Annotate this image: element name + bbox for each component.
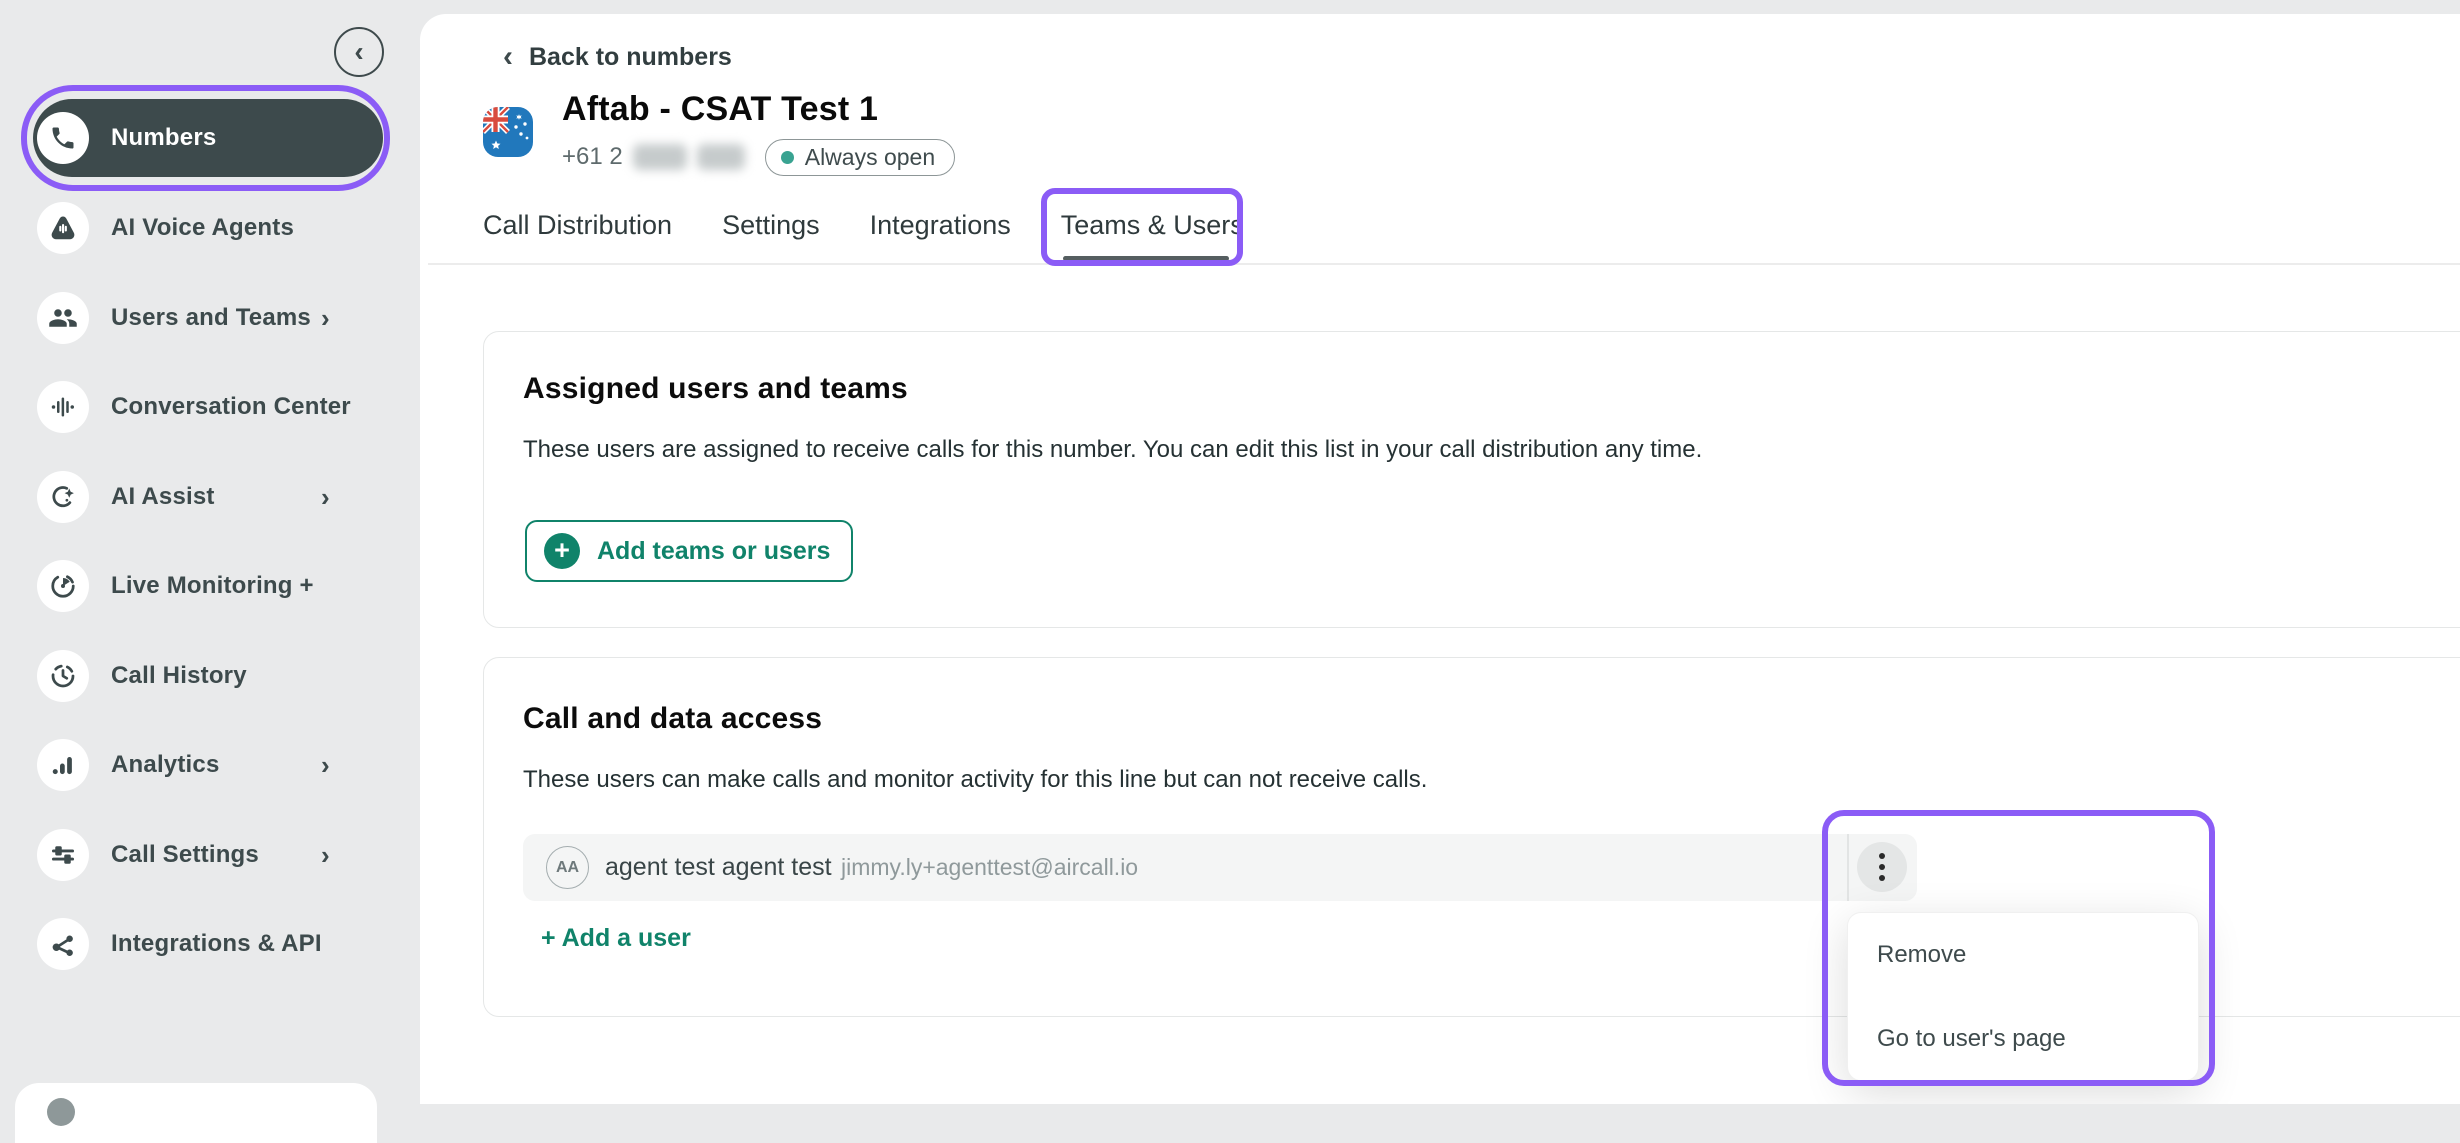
kebab-dot bbox=[1879, 875, 1885, 881]
add-teams-or-users-button[interactable]: + Add teams or users bbox=[525, 520, 853, 582]
sidebar-item-ai-voice-agents[interactable]: AI Voice Agents bbox=[33, 189, 383, 267]
sidebar-item-numbers[interactable]: Numbers bbox=[33, 99, 383, 177]
sidebar-item-call-history[interactable]: Call History bbox=[33, 637, 383, 715]
sidebar-item-label: Conversation Center bbox=[111, 393, 351, 421]
live-monitoring-icon bbox=[37, 560, 89, 612]
back-to-numbers-link[interactable]: ‹ Back to numbers bbox=[503, 42, 732, 72]
plus-icon: + bbox=[544, 533, 580, 569]
section-title: Assigned users and teams bbox=[523, 372, 908, 406]
sidebar: ‹ Numbers AI Voice Agents Users and Team… bbox=[0, 0, 420, 1104]
waveform-icon bbox=[37, 381, 89, 433]
user-name: agent test agent test bbox=[605, 853, 832, 882]
add-a-user-link[interactable]: + Add a user bbox=[541, 924, 691, 953]
phone-row: +61 2 Always open bbox=[562, 138, 955, 176]
tab-integrations[interactable]: Integrations bbox=[870, 206, 1011, 245]
sidebar-item-conversation-center[interactable]: Conversation Center bbox=[33, 368, 383, 446]
sidebar-item-label: AI Assist bbox=[111, 483, 215, 511]
tab-call-distribution[interactable]: Call Distribution bbox=[483, 206, 672, 245]
status-badge: Always open bbox=[765, 139, 955, 176]
chevron-left-icon: ‹ bbox=[503, 42, 513, 72]
australia-flag-icon bbox=[483, 107, 533, 157]
assigned-users-card: Assigned users and teams These users are… bbox=[483, 331, 2460, 628]
call-history-icon bbox=[37, 650, 89, 702]
call-settings-icon bbox=[37, 829, 89, 881]
context-menu: Remove Go to user's page bbox=[1847, 912, 2199, 1081]
sidebar-item-integrations-api[interactable]: Integrations & API bbox=[33, 905, 383, 983]
user-row: AA agent test agent test jimmy.ly+agentt… bbox=[523, 834, 1917, 901]
redacted-phone-segment bbox=[633, 144, 687, 170]
sidebar-collapse-button[interactable]: ‹ bbox=[334, 27, 384, 77]
sidebar-item-label: Live Monitoring + bbox=[111, 572, 314, 600]
main-panel: ‹ Back to numbers bbox=[420, 14, 2460, 1104]
sidebar-item-call-settings[interactable]: Call Settings › bbox=[33, 816, 383, 894]
tabs-divider bbox=[428, 263, 2460, 265]
sidebar-item-label: Integrations & API bbox=[111, 930, 322, 958]
sidebar-item-label: Users and Teams bbox=[111, 304, 311, 332]
sidebar-item-live-monitoring[interactable]: Live Monitoring + bbox=[33, 547, 383, 625]
analytics-icon bbox=[37, 739, 89, 791]
redacted-phone-segment bbox=[697, 144, 745, 170]
sidebar-bottom-card[interactable] bbox=[15, 1083, 377, 1143]
menu-item-go-to-users-page[interactable]: Go to user's page bbox=[1848, 997, 2198, 1081]
chevron-left-icon: ‹ bbox=[354, 38, 363, 66]
sidebar-item-analytics[interactable]: Analytics › bbox=[33, 726, 383, 804]
menu-item-remove[interactable]: Remove bbox=[1848, 913, 2198, 997]
sidebar-item-label: Analytics bbox=[111, 751, 220, 779]
chevron-right-icon: › bbox=[321, 303, 330, 334]
section-description: These users are assigned to receive call… bbox=[523, 436, 1702, 464]
back-link-label: Back to numbers bbox=[529, 43, 732, 72]
kebab-menu-button[interactable] bbox=[1857, 842, 1907, 892]
section-title: Call and data access bbox=[523, 702, 822, 736]
row-divider bbox=[1847, 834, 1849, 901]
tab-settings[interactable]: Settings bbox=[722, 206, 820, 245]
tab-teams-users[interactable]: Teams & Users bbox=[1061, 206, 1244, 245]
add-teams-or-users-label: Add teams or users bbox=[597, 537, 830, 566]
status-dot-icon bbox=[781, 151, 794, 164]
sidebar-item-label: Call Settings bbox=[111, 841, 259, 869]
phone-number: +61 2 bbox=[562, 143, 623, 171]
status-badge-label: Always open bbox=[805, 144, 935, 171]
sidebar-item-label: AI Voice Agents bbox=[111, 214, 294, 242]
chevron-right-icon: › bbox=[321, 750, 330, 781]
chevron-right-icon: › bbox=[321, 482, 330, 513]
active-tab-underline bbox=[1063, 256, 1229, 261]
users-icon bbox=[37, 292, 89, 344]
avatar bbox=[47, 1098, 75, 1126]
kebab-dot bbox=[1879, 864, 1885, 870]
tab-bar: Call Distribution Settings Integrations … bbox=[483, 206, 1244, 245]
ai-voice-agents-icon bbox=[37, 202, 89, 254]
sidebar-item-users-and-teams[interactable]: Users and Teams › bbox=[33, 279, 383, 357]
avatar: AA bbox=[546, 846, 589, 889]
user-email: jimmy.ly+agenttest@aircall.io bbox=[841, 854, 1138, 881]
section-description: These users can make calls and monitor a… bbox=[523, 766, 1427, 794]
chevron-right-icon: › bbox=[321, 840, 330, 871]
sidebar-item-ai-assist[interactable]: AI Assist › bbox=[33, 458, 383, 536]
ai-assist-icon bbox=[37, 471, 89, 523]
sidebar-item-label: Call History bbox=[111, 662, 247, 690]
integrations-icon bbox=[37, 918, 89, 970]
kebab-dot bbox=[1879, 853, 1885, 859]
phone-icon bbox=[37, 112, 89, 164]
sidebar-item-label: Numbers bbox=[111, 124, 216, 152]
page-title: Aftab - CSAT Test 1 bbox=[562, 90, 878, 129]
